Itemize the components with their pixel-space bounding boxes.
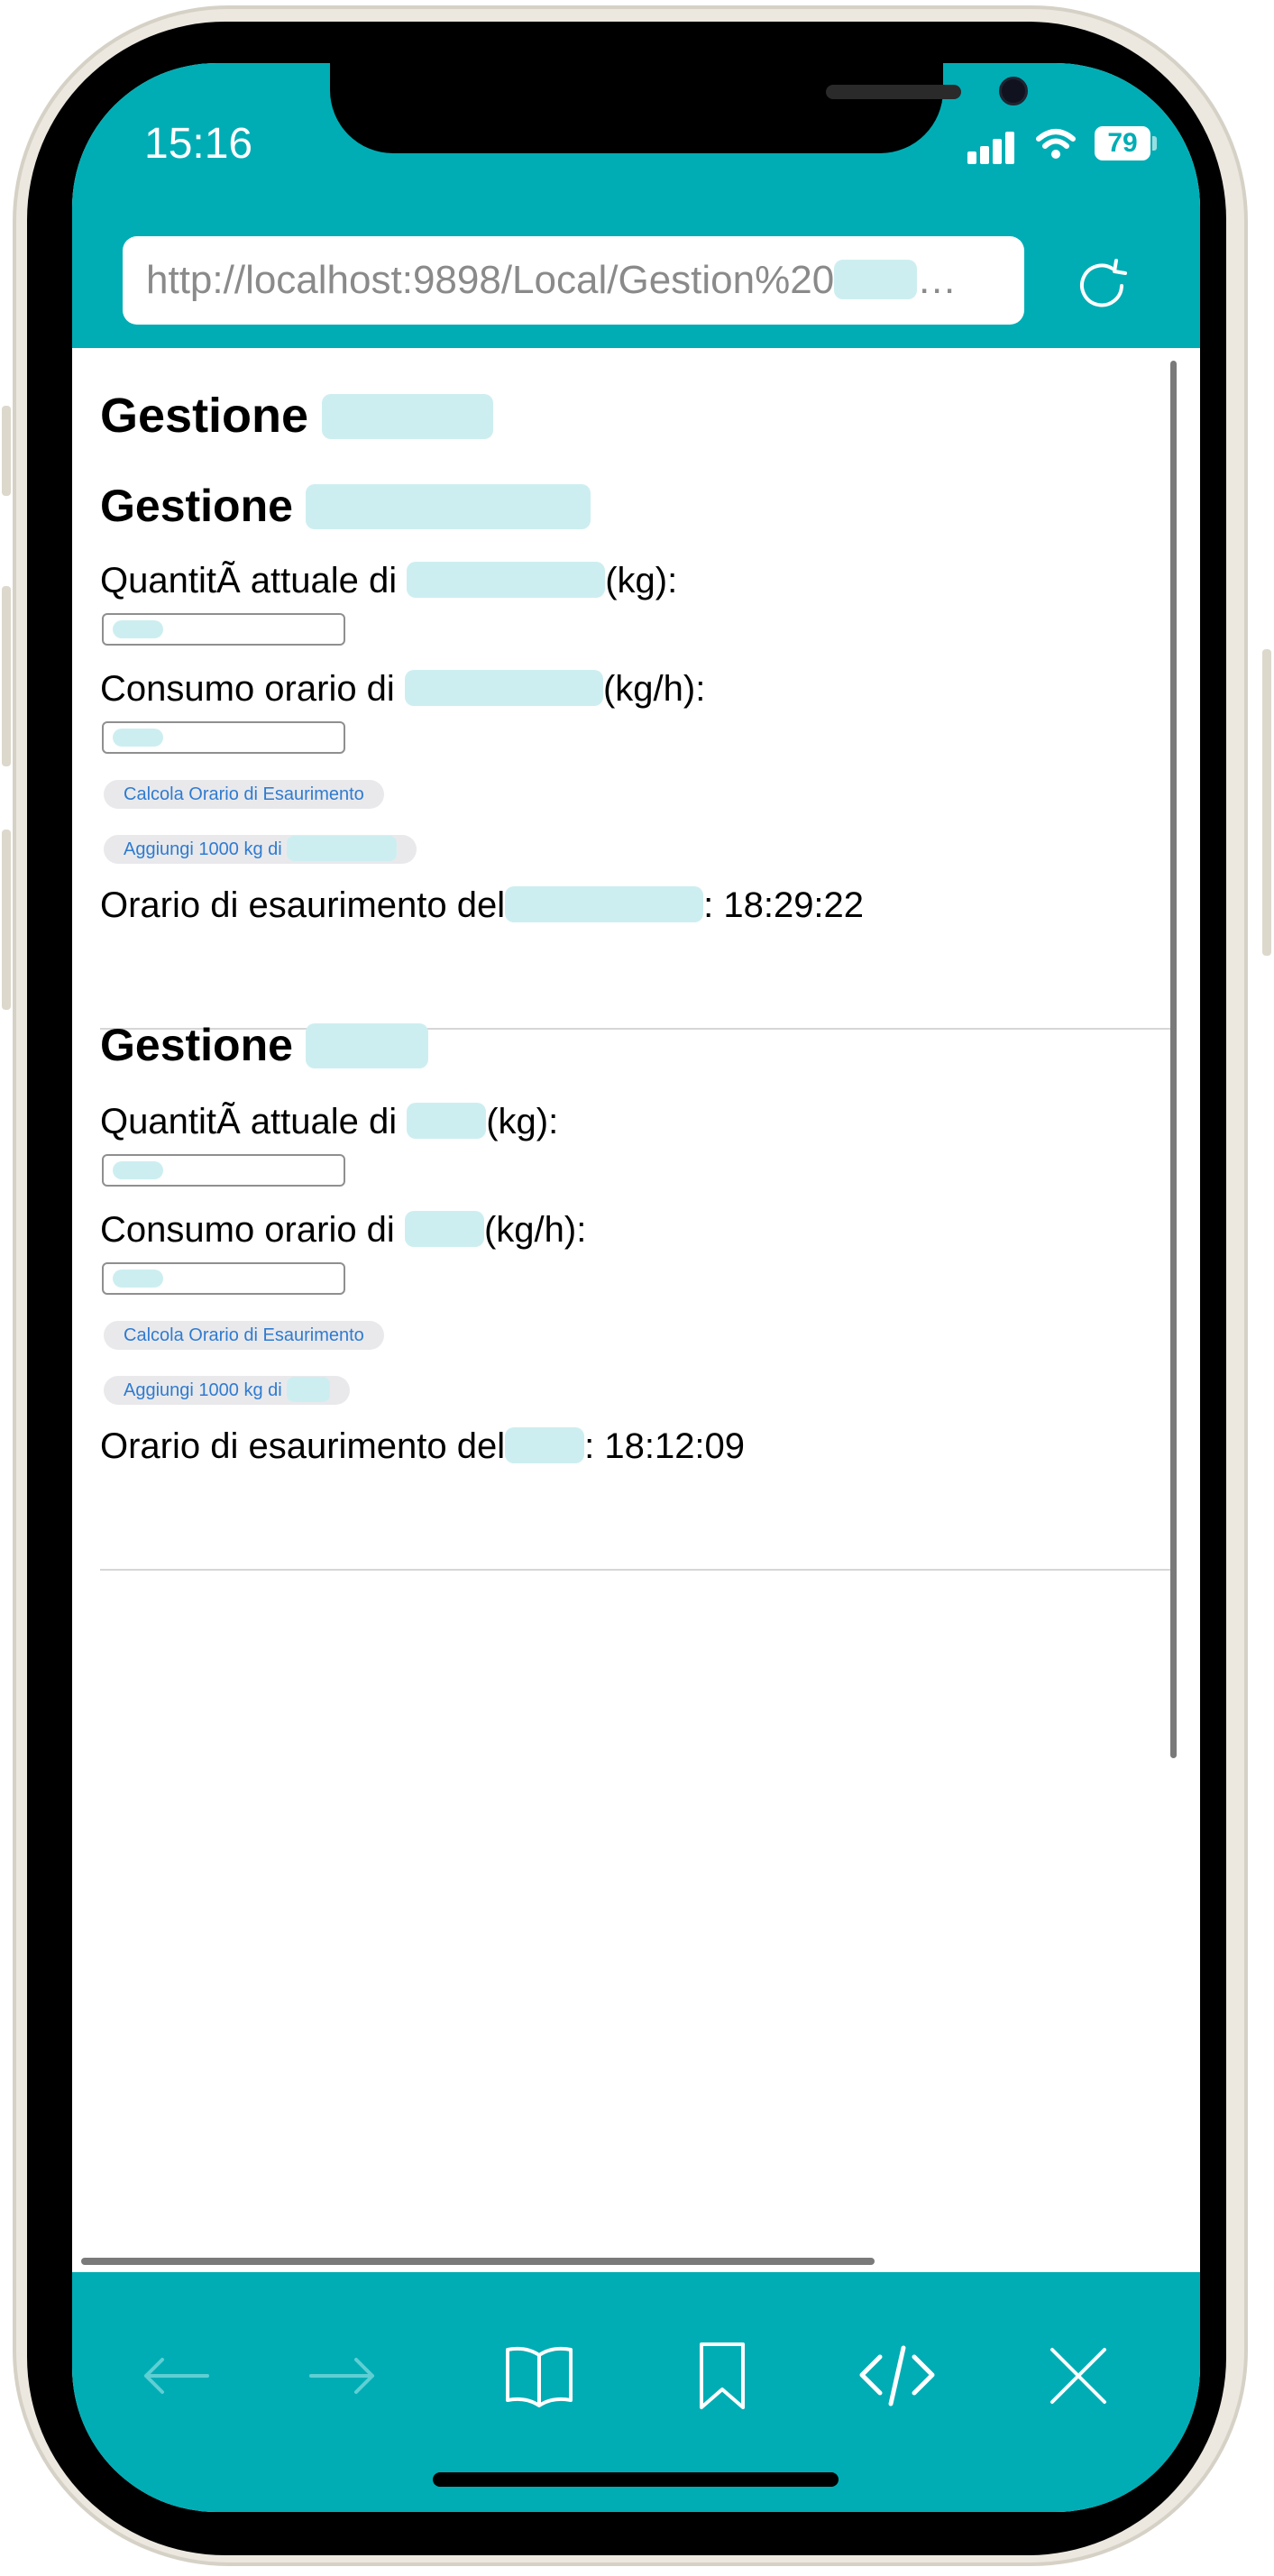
power-button: [1262, 649, 1271, 956]
battery-tip: [1152, 136, 1157, 151]
redacted-block: [322, 393, 494, 439]
consumption-input[interactable]: [102, 1262, 345, 1295]
redacted-block: [404, 1211, 484, 1248]
reload-icon[interactable]: [1066, 250, 1138, 322]
redacted-block: [834, 260, 918, 300]
consumption-input[interactable]: [102, 721, 345, 754]
redacted-block: [305, 1022, 428, 1068]
web-content: Gestione Gestione QuantitÃ attuale di (k…: [72, 348, 1200, 2241]
calc-depletion-button[interactable]: Calcola Orario di Esaurimento: [104, 1321, 384, 1350]
screen: 15:16 79 http://localhost:9898/Local/Ges…: [72, 63, 1200, 2512]
bookmark-icon[interactable]: [682, 2335, 763, 2416]
forward-arrow-icon[interactable]: [302, 2335, 383, 2416]
url-bar[interactable]: http://localhost:9898/Local/Gestion%20…: [123, 236, 1024, 325]
code-icon[interactable]: [857, 2335, 938, 2416]
quantity-label: QuantitÃ attuale di (kg):: [100, 561, 678, 600]
redacted-block: [505, 1427, 585, 1464]
mute-switch: [2, 406, 11, 496]
status-time: 15:16: [144, 120, 253, 168]
section-heading: Gestione: [100, 1019, 428, 1071]
horizontal-scrollbar[interactable]: [81, 2258, 875, 2265]
add-1000kg-button[interactable]: Aggiungi 1000 kg di: [104, 1376, 351, 1405]
depletion-result: Orario di esaurimento del: 18:29:22: [100, 885, 865, 925]
add-1000kg-button[interactable]: Aggiungi 1000 kg di: [104, 835, 417, 864]
volume-down-button: [2, 830, 11, 1010]
battery-icon: 79: [1095, 126, 1150, 160]
redacted-block: [407, 562, 606, 599]
section-divider: [100, 1569, 1173, 1571]
speaker: [826, 85, 961, 99]
quantity-input[interactable]: [102, 613, 345, 646]
section-heading: Gestione: [100, 480, 591, 532]
redacted-block: [287, 835, 398, 861]
front-camera: [999, 77, 1028, 105]
quantity-input[interactable]: [102, 1154, 345, 1187]
close-icon[interactable]: [1038, 2335, 1119, 2416]
quantity-label: QuantitÃ attuale di (kg):: [100, 1102, 559, 1141]
redacted-block: [305, 483, 591, 529]
url-text: http://localhost:9898/Local/Gestion%20…: [146, 258, 958, 302]
redacted-block: [407, 1103, 487, 1140]
page-title: Gestione: [100, 388, 494, 444]
notch: [330, 63, 1028, 153]
wifi-icon: [1036, 129, 1076, 159]
consumption-label: Consumo orario di (kg/h):: [100, 669, 706, 709]
consumption-label: Consumo orario di (kg/h):: [100, 1210, 587, 1250]
vertical-scrollbar[interactable]: [1170, 361, 1177, 1758]
browser-top-bar: 15:16 79 http://localhost:9898/Local/Ges…: [72, 63, 1200, 348]
back-arrow-icon[interactable]: [135, 2335, 216, 2416]
book-icon[interactable]: [499, 2335, 580, 2416]
redacted-block: [404, 670, 603, 707]
volume-up-button: [2, 586, 11, 766]
depletion-result: Orario di esaurimento del: 18:12:09: [100, 1426, 746, 1466]
calc-depletion-button[interactable]: Calcola Orario di Esaurimento: [104, 780, 384, 809]
signal-icon: [967, 128, 1022, 164]
home-indicator[interactable]: [433, 2472, 839, 2487]
redacted-block: [287, 1376, 331, 1402]
redacted-block: [505, 886, 704, 923]
